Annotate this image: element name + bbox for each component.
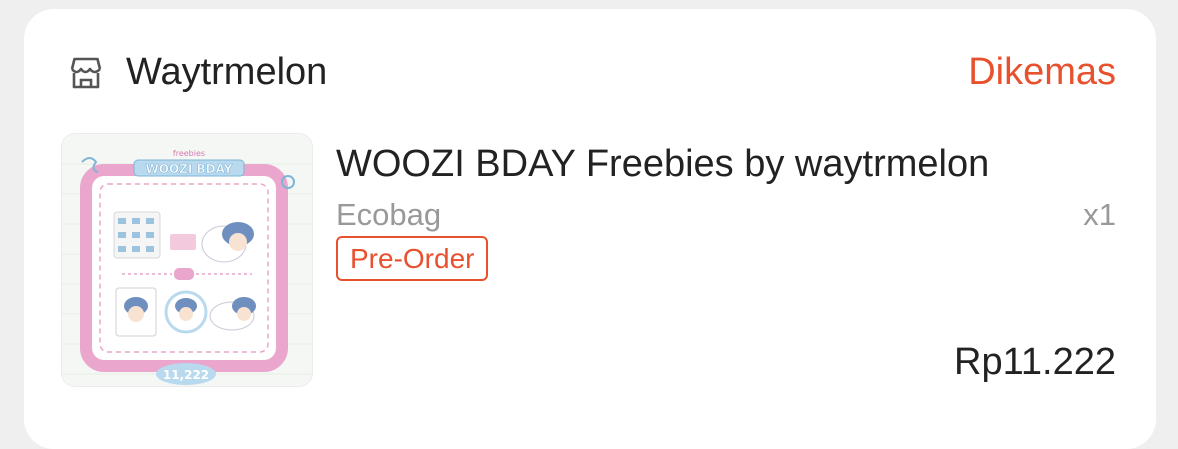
product-name[interactable]: WOOZI BDAY Freebies by waytrmelon [336, 143, 989, 186]
shop-name[interactable]: Waytrmelon [126, 51, 327, 94]
product-variant: Ecobag [336, 197, 442, 232]
order-card[interactable]: Waytrmelon Dikemas WOOZI BDAY freebies 1… [24, 9, 1156, 449]
product-image[interactable]: WOOZI BDAY freebies 11,222 [61, 133, 313, 387]
shop-header[interactable]: Waytrmelon [66, 51, 327, 94]
product-price: Rp11.222 [954, 341, 1116, 383]
image-title-text: WOOZI BDAY [146, 162, 233, 176]
order-status: Dikemas [968, 51, 1116, 93]
image-number-text: 11,222 [163, 368, 209, 382]
pre-order-badge: Pre-Order [336, 236, 489, 281]
product-quantity: x1 [1083, 197, 1116, 232]
store-icon [70, 57, 102, 88]
image-tag-text: freebies [173, 149, 205, 158]
